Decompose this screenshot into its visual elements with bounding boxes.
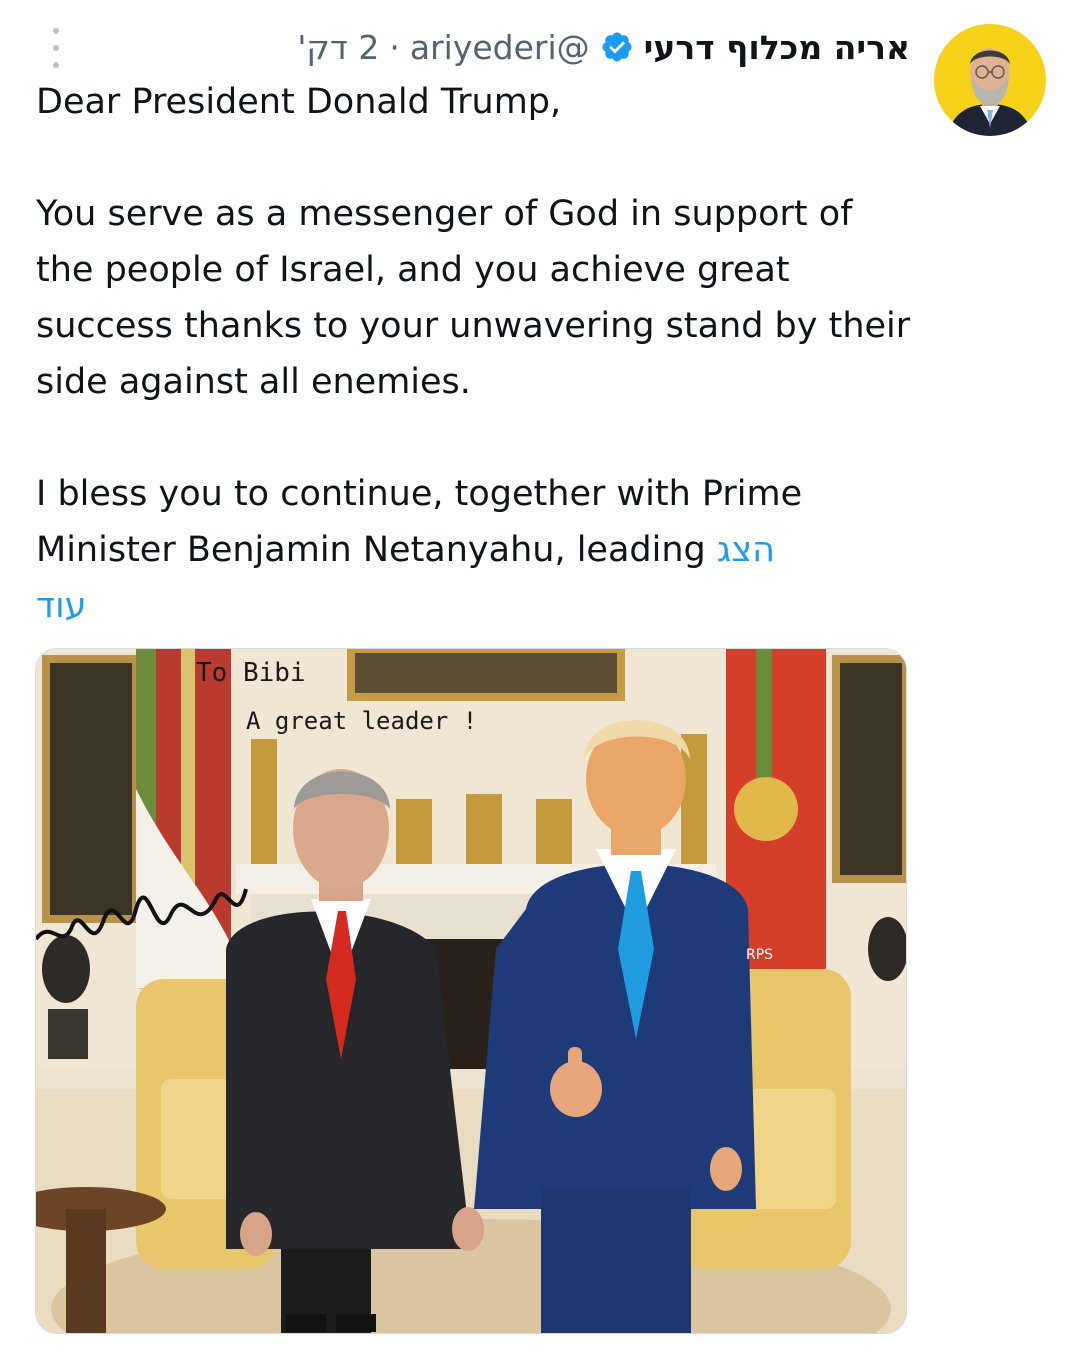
tweet-header: אריה מכלוף דרעי @ariyederi · 2 דק' (190, 22, 910, 72)
photo-flag-text: RPS (746, 947, 773, 963)
tweet-paragraph-2-text: I bless you to continue, together with P… (36, 474, 803, 570)
more-vertical-icon-dot (53, 62, 59, 68)
tweet-paragraph-1: You serve as a messenger of God in suppo… (36, 194, 911, 402)
show-more-link[interactable]: הצג (717, 530, 775, 570)
photo-inscription-line2: A great leader ! (246, 707, 477, 735)
tweet-card[interactable]: אריה מכלוף דרעי @ariyederi · 2 דק' Dear … (0, 0, 1080, 1354)
tweet-text: Dear President Donald Trump, You serve a… (36, 74, 916, 634)
more-options-button[interactable] (44, 28, 68, 68)
author-display-name[interactable]: אריה מכלוף דרעי (644, 28, 910, 67)
author-handle[interactable]: @ariyederi (410, 28, 590, 67)
tweet-photo[interactable]: To Bibi A great leader ! RPS (35, 648, 907, 1334)
separator-dot: · (389, 27, 400, 67)
verified-badge-icon (600, 30, 634, 64)
more-vertical-icon-dot (53, 45, 59, 51)
more-vertical-icon (53, 28, 59, 34)
photo-inscription-line1: To Bibi (196, 658, 306, 688)
tweet-timestamp[interactable]: 2 דק' (297, 28, 379, 67)
tweet-paragraph-2: I bless you to continue, together with P… (36, 466, 916, 578)
tweet-line-greeting: Dear President Donald Trump, (36, 82, 562, 122)
show-more-link-continued[interactable]: עוד (36, 586, 87, 626)
author-avatar[interactable] (934, 24, 1046, 136)
